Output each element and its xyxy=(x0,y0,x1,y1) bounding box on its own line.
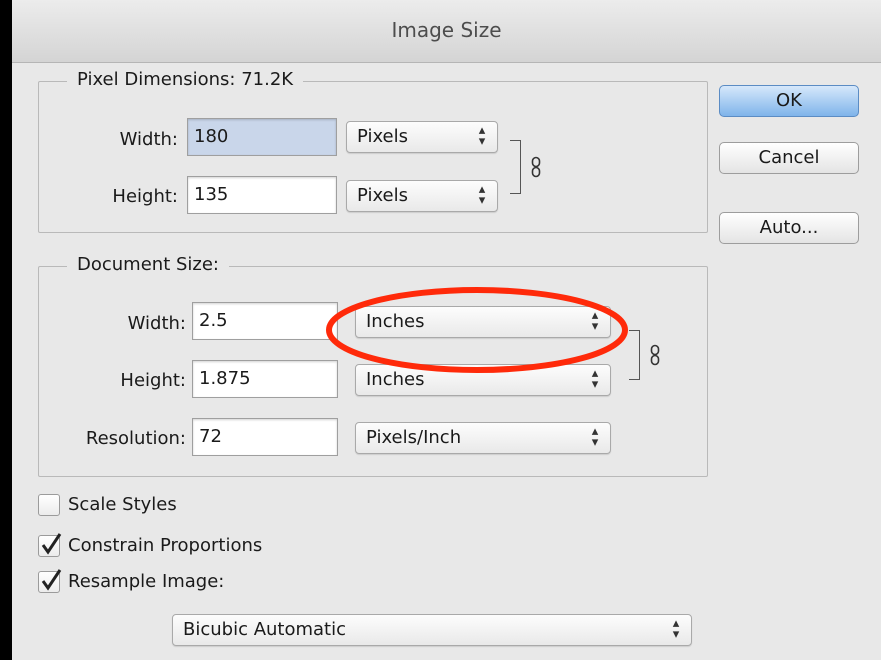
pixel-width-label: Width: xyxy=(119,129,178,150)
resolution-unit-value: Pixels/Inch xyxy=(366,427,462,448)
pixel-height-unit-value: Pixels xyxy=(357,185,409,206)
resample-method-value: Bicubic Automatic xyxy=(183,619,347,640)
doc-width-input[interactable]: 2.5 xyxy=(192,302,338,340)
updown-arrows-icon: ▴ ▾ xyxy=(591,424,599,450)
chain-link-icon[interactable] xyxy=(531,156,541,178)
chain-link-icon[interactable] xyxy=(650,344,660,366)
window-title: Image Size xyxy=(391,18,502,42)
pixel-link-bracket xyxy=(510,140,521,194)
pixel-width-input[interactable]: 180 xyxy=(187,118,337,156)
checkmark-icon xyxy=(41,569,62,591)
scale-styles-checkbox[interactable] xyxy=(38,494,60,516)
updown-arrows-icon: ▴ ▾ xyxy=(478,123,486,149)
pixel-width-unit-value: Pixels xyxy=(357,126,409,147)
doc-height-input[interactable]: 1.875 xyxy=(192,360,338,398)
cancel-button[interactable]: Cancel xyxy=(719,142,859,174)
resolution-input[interactable]: 72 xyxy=(192,418,338,456)
ok-button[interactable]: OK xyxy=(719,85,859,117)
doc-width-label: Width: xyxy=(127,313,186,334)
annotation-ellipse xyxy=(326,287,628,373)
image-size-dialog: Image Size Pixel Dimensions: 71.2K Width… xyxy=(12,0,881,660)
resolution-unit-select[interactable]: Pixels/Inch ▴ ▾ xyxy=(355,422,611,454)
constrain-proportions-label: Constrain Proportions xyxy=(68,535,263,556)
updown-arrows-icon: ▴ ▾ xyxy=(478,182,486,208)
pixel-dimensions-label: Pixel Dimensions: xyxy=(77,69,236,90)
checkmark-icon xyxy=(41,533,62,555)
doc-height-label: Height: xyxy=(120,370,186,391)
pixel-height-label: Height: xyxy=(112,186,178,207)
document-size-legend: Document Size: xyxy=(67,254,229,275)
resolution-label: Resolution: xyxy=(85,428,186,449)
constrain-proportions-checkbox[interactable] xyxy=(38,533,62,557)
pixel-dimensions-legend: Pixel Dimensions: 71.2K xyxy=(67,69,304,90)
scale-styles-label: Scale Styles xyxy=(68,494,177,515)
resample-method-select[interactable]: Bicubic Automatic ▴ ▾ xyxy=(172,614,692,646)
auto-button[interactable]: Auto... xyxy=(719,212,859,244)
pixel-height-unit-select[interactable]: Pixels ▴ ▾ xyxy=(346,180,498,212)
title-bar[interactable]: Image Size xyxy=(12,0,881,63)
pixel-width-unit-select[interactable]: Pixels ▴ ▾ xyxy=(346,121,498,153)
resample-image-label: Resample Image: xyxy=(68,571,225,592)
pixel-dimensions-size: 71.2K xyxy=(241,69,294,90)
updown-arrows-icon: ▴ ▾ xyxy=(672,616,680,642)
pixel-height-input[interactable]: 135 xyxy=(187,176,337,214)
resample-image-checkbox[interactable] xyxy=(38,569,62,593)
